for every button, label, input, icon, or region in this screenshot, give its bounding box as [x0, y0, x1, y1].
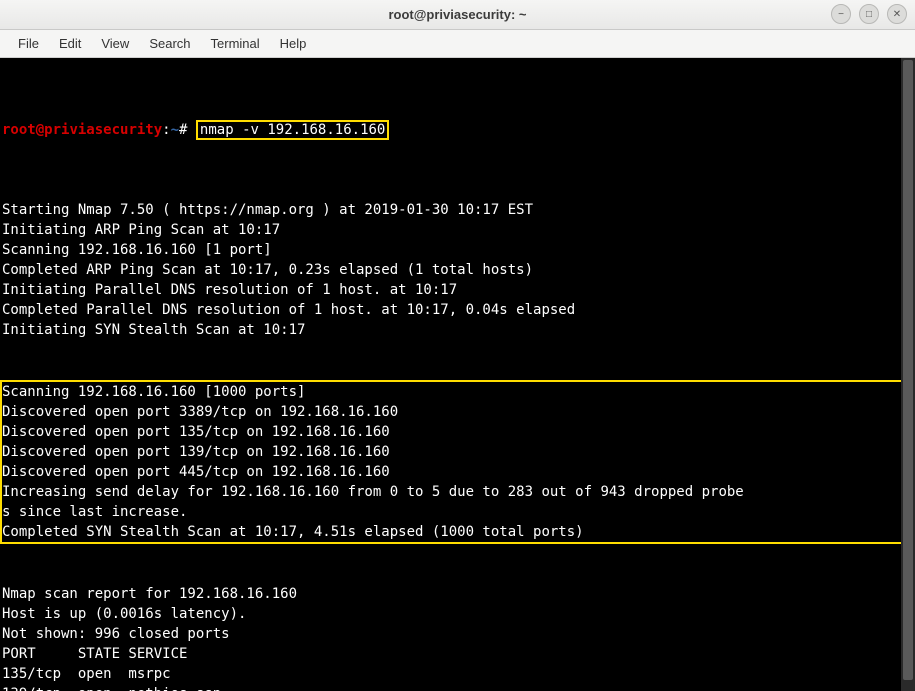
- prompt-hash: #: [179, 122, 187, 138]
- prompt-path: ~: [171, 122, 179, 138]
- minimize-button[interactable]: −: [831, 4, 851, 24]
- menu-help[interactable]: Help: [270, 32, 317, 55]
- output-post-line: 139/tcp open netbios-ssn: [2, 684, 915, 691]
- output-highlight-line: Discovered open port 445/tcp on 192.168.…: [2, 462, 913, 482]
- output-post-line: Nmap scan report for 192.168.16.160: [2, 584, 915, 604]
- output-pre-line: Starting Nmap 7.50 ( https://nmap.org ) …: [2, 200, 915, 220]
- window-title: root@priviasecurity: ~: [388, 7, 526, 22]
- menu-terminal[interactable]: Terminal: [201, 32, 270, 55]
- menu-file[interactable]: File: [8, 32, 49, 55]
- window-titlebar: root@priviasecurity: ~ − □ ✕: [0, 0, 915, 30]
- output-pre-line: Initiating SYN Stealth Scan at 10:17: [2, 320, 915, 340]
- output-pre-line: Completed Parallel DNS resolution of 1 h…: [2, 300, 915, 320]
- scrollbar-thumb[interactable]: [903, 60, 913, 680]
- prompt-colon: :: [162, 122, 170, 138]
- menu-view[interactable]: View: [91, 32, 139, 55]
- output-pre-line: Initiating ARP Ping Scan at 10:17: [2, 220, 915, 240]
- output-post-line: Not shown: 996 closed ports: [2, 624, 915, 644]
- menu-edit[interactable]: Edit: [49, 32, 91, 55]
- output-post-line: 135/tcp open msrpc: [2, 664, 915, 684]
- output-highlight-line: s since last increase.: [2, 502, 913, 522]
- prompt-user: root: [2, 122, 36, 138]
- close-icon: ✕: [893, 9, 901, 20]
- output-pre-line: Initiating Parallel DNS resolution of 1 …: [2, 280, 915, 300]
- maximize-button[interactable]: □: [859, 4, 879, 24]
- close-button[interactable]: ✕: [887, 4, 907, 24]
- terminal-area[interactable]: root@priviasecurity:~# nmap -v 192.168.1…: [0, 58, 915, 691]
- prompt-line-1: root@priviasecurity:~# nmap -v 192.168.1…: [2, 120, 915, 140]
- prompt-at: @: [36, 122, 44, 138]
- menu-search[interactable]: Search: [139, 32, 200, 55]
- minimize-icon: −: [838, 9, 844, 20]
- output-pre-block: Starting Nmap 7.50 ( https://nmap.org ) …: [2, 180, 915, 340]
- scrollbar[interactable]: [901, 58, 915, 691]
- output-highlight-block: Scanning 192.168.16.160 [1000 ports]Disc…: [0, 380, 915, 544]
- menubar: File Edit View Search Terminal Help: [0, 30, 915, 58]
- prompt-host: priviasecurity: [44, 122, 162, 138]
- output-highlight-line: Discovered open port 3389/tcp on 192.168…: [2, 402, 913, 422]
- output-post-block: Nmap scan report for 192.168.16.160Host …: [2, 584, 915, 691]
- output-highlight-line: Discovered open port 139/tcp on 192.168.…: [2, 442, 913, 462]
- output-highlight-line: Discovered open port 135/tcp on 192.168.…: [2, 422, 913, 442]
- window-controls: − □ ✕: [831, 4, 907, 24]
- output-highlight-line: Increasing send delay for 192.168.16.160…: [2, 482, 913, 502]
- output-post-line: Host is up (0.0016s latency).: [2, 604, 915, 624]
- maximize-icon: □: [866, 9, 872, 20]
- output-post-line: PORT STATE SERVICE: [2, 644, 915, 664]
- output-pre-line: Scanning 192.168.16.160 [1 port]: [2, 240, 915, 260]
- output-highlight-line: Completed SYN Stealth Scan at 10:17, 4.5…: [2, 522, 913, 542]
- command-highlight: nmap -v 192.168.16.160: [196, 120, 389, 140]
- output-highlight-line: Scanning 192.168.16.160 [1000 ports]: [2, 382, 913, 402]
- output-pre-line: [2, 180, 915, 200]
- output-pre-line: Completed ARP Ping Scan at 10:17, 0.23s …: [2, 260, 915, 280]
